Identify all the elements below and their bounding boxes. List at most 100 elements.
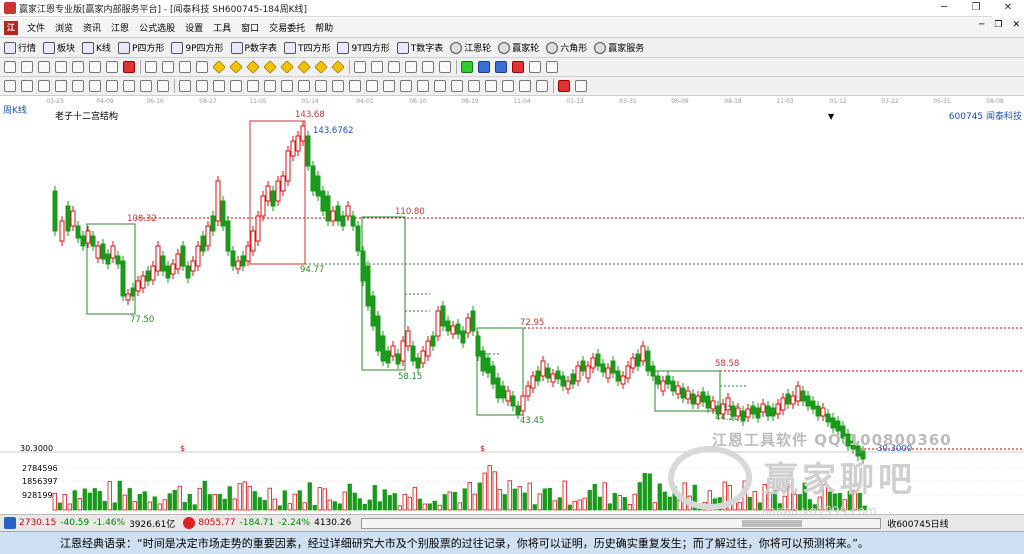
menu-settings[interactable]: 设置: [180, 21, 208, 34]
fill-icon[interactable]: [422, 61, 434, 73]
t-square-button[interactable]: T四方形: [283, 41, 330, 54]
fib-icon[interactable]: [106, 80, 118, 92]
play-icon[interactable]: [179, 61, 191, 73]
car-icon[interactable]: [529, 61, 541, 73]
mdi-close-button[interactable]: ✕: [1012, 20, 1020, 30]
hline-icon[interactable]: [196, 80, 208, 92]
triangle-icon[interactable]: [264, 80, 276, 92]
flag-icon[interactable]: [123, 61, 135, 73]
9t-square-button[interactable]: 9T四方形: [337, 41, 390, 54]
p-number-table-button[interactable]: P数字表: [230, 41, 277, 54]
diamond-icon-8[interactable]: [331, 60, 345, 74]
first-icon[interactable]: [145, 61, 157, 73]
horizontal-scrollbar[interactable]: [361, 517, 882, 529]
arrows-icon[interactable]: [388, 61, 400, 73]
plus-icon[interactable]: [371, 61, 383, 73]
zoom-out-icon[interactable]: [106, 61, 118, 73]
pen-icon[interactable]: [451, 80, 463, 92]
sector-button[interactable]: 板块: [43, 41, 75, 54]
grid-line-icon[interactable]: [72, 80, 84, 92]
wave-icon[interactable]: [400, 80, 412, 92]
bar-icon[interactable]: [55, 61, 67, 73]
angle-icon[interactable]: [89, 80, 101, 92]
period-icon[interactable]: [4, 61, 16, 73]
menu-tools[interactable]: 工具: [208, 21, 236, 34]
color-icon[interactable]: [558, 80, 570, 92]
minimize-button[interactable]: ─: [928, 0, 960, 17]
vline-icon[interactable]: [179, 80, 191, 92]
magnet-icon[interactable]: [417, 80, 429, 92]
delete-icon[interactable]: [519, 80, 531, 92]
speed-icon[interactable]: [349, 80, 361, 92]
ellipse-icon[interactable]: [281, 80, 293, 92]
menu-help[interactable]: 帮助: [310, 21, 338, 34]
menu-trade[interactable]: 交易委托: [264, 21, 310, 34]
menu-browse[interactable]: 浏览: [50, 21, 78, 34]
kline-button[interactable]: K线: [82, 41, 111, 54]
hexagon-button[interactable]: 六角形: [546, 41, 587, 54]
hand-icon[interactable]: [354, 61, 366, 73]
period-label[interactable]: 周K线: [3, 103, 27, 116]
scroll-thumb[interactable]: [742, 519, 803, 527]
window-icon[interactable]: [546, 61, 558, 73]
lock-icon[interactable]: [485, 80, 497, 92]
undo-icon[interactable]: [536, 80, 548, 92]
eraser-icon[interactable]: [468, 80, 480, 92]
maximize-button[interactable]: ❐: [960, 0, 992, 17]
diamond-icon-5[interactable]: [280, 60, 294, 74]
diamond-icon-6[interactable]: [297, 60, 311, 74]
p-square-button[interactable]: P四方形: [117, 41, 164, 54]
parallel-icon[interactable]: [21, 80, 33, 92]
spiral-icon[interactable]: [383, 80, 395, 92]
mdi-minimize-button[interactable]: ─: [979, 20, 984, 30]
diamond-icon-1[interactable]: [212, 60, 226, 74]
candle-icon[interactable]: [38, 61, 50, 73]
menu-gann[interactable]: 江恩: [106, 21, 134, 34]
menu-formula-screen[interactable]: 公式选股: [134, 21, 180, 34]
t-number-table-button[interactable]: T数字表: [396, 41, 443, 54]
channel-icon[interactable]: [55, 80, 67, 92]
infinity-icon[interactable]: [575, 80, 587, 92]
crosshair-icon[interactable]: [21, 61, 33, 73]
ruler-icon[interactable]: [434, 80, 446, 92]
fan-icon[interactable]: [38, 80, 50, 92]
arc-icon[interactable]: [123, 80, 135, 92]
cycle-icon[interactable]: [157, 80, 169, 92]
9p-square-button[interactable]: 9P四方形: [171, 41, 224, 54]
mdi-restore-button[interactable]: ❐: [994, 20, 1002, 30]
rect-icon[interactable]: [247, 80, 259, 92]
line-icon[interactable]: [72, 61, 84, 73]
prev-icon[interactable]: [162, 61, 174, 73]
scissors-icon[interactable]: [439, 61, 451, 73]
quotes-button[interactable]: 行情: [4, 41, 36, 54]
record-icon[interactable]: [512, 61, 524, 73]
save-icon[interactable]: [478, 61, 490, 73]
zoom-in-icon[interactable]: [89, 61, 101, 73]
text-icon[interactable]: [298, 80, 310, 92]
ray-icon[interactable]: [213, 80, 225, 92]
hide-icon[interactable]: [502, 80, 514, 92]
diamond-icon-7[interactable]: [314, 60, 328, 74]
gann-box-icon[interactable]: [366, 80, 378, 92]
diamond-icon-3[interactable]: [246, 60, 260, 74]
gann-wheel-button[interactable]: 江恩轮: [450, 41, 491, 54]
diamond-icon-4[interactable]: [263, 60, 277, 74]
arrow-down-icon[interactable]: [332, 80, 344, 92]
close-button[interactable]: ✕: [992, 0, 1024, 17]
chart-area[interactable]: 03-23 04-09 06-10 08-27 11-05 01-14 04-01 06-10…: [0, 96, 1024, 518]
next-icon[interactable]: [196, 61, 208, 73]
diamond-icon-2[interactable]: [229, 60, 243, 74]
menu-info[interactable]: 资讯: [78, 21, 106, 34]
winner-wheel-button[interactable]: 赢家轮: [498, 41, 539, 54]
menu-window[interactable]: 窗口: [236, 21, 264, 34]
trendline-icon[interactable]: [4, 80, 16, 92]
select-icon[interactable]: [405, 61, 417, 73]
chart-icon[interactable]: [461, 61, 473, 73]
box-icon[interactable]: [140, 80, 152, 92]
arrow-up-icon[interactable]: [315, 80, 327, 92]
table-icon[interactable]: [495, 61, 507, 73]
chevron-down-icon[interactable]: ▼: [828, 112, 834, 121]
winner-service-button[interactable]: 赢家服务: [594, 41, 644, 54]
menu-file[interactable]: 文件: [22, 21, 50, 34]
cross-icon[interactable]: [230, 80, 242, 92]
